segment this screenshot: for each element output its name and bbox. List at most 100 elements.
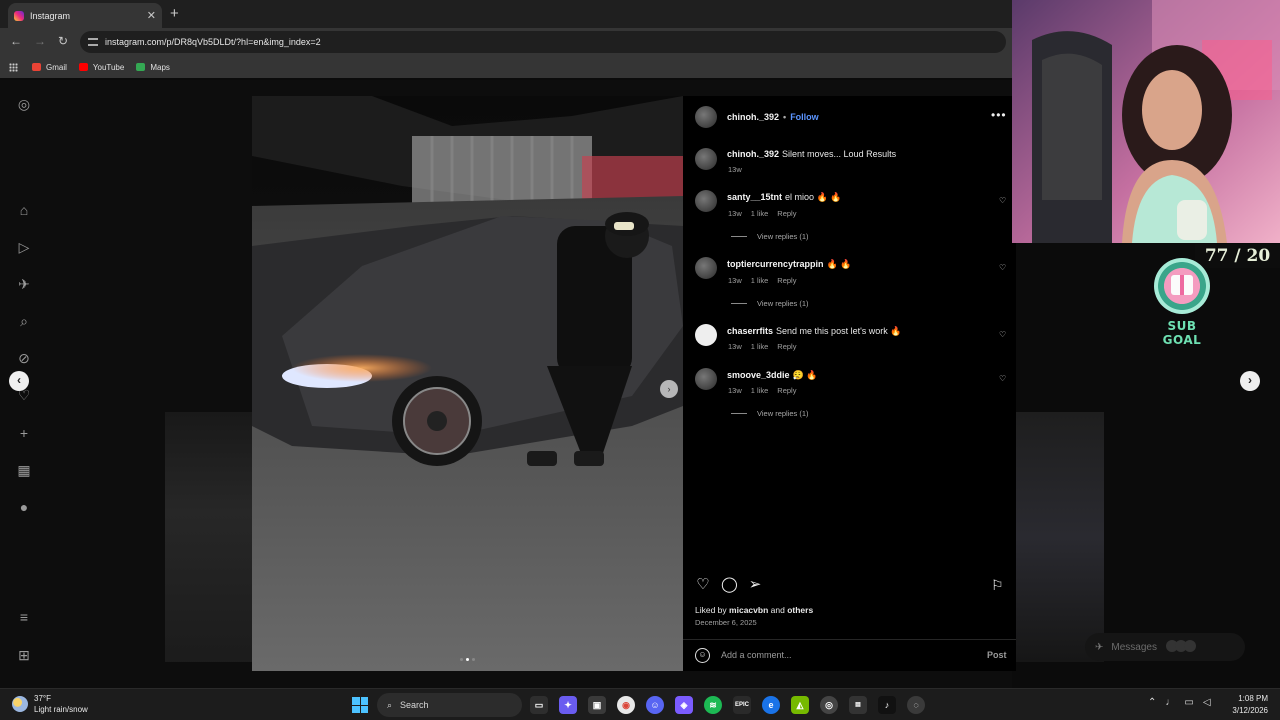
weather-widget[interactable]: 37°F Light rain/snow [12, 693, 88, 715]
tab-instagram[interactable]: Instagram ✕ [8, 3, 162, 28]
search-label: Search [400, 700, 429, 710]
caption-avatar[interactable] [695, 148, 717, 170]
reply-button[interactable]: Reply [777, 386, 796, 395]
game-controller-icon[interactable]: ◈ [675, 696, 693, 714]
menu-icon[interactable]: ≡ [16, 609, 32, 625]
comment-text: 😮‍💨 🔥 [792, 370, 818, 380]
new-tab-button[interactable]: + [170, 5, 179, 22]
chrome-icon[interactable]: ◉ [617, 696, 635, 714]
reels-icon[interactable]: ▷ [16, 239, 32, 255]
microphone-icon[interactable]: ♩ [1165, 697, 1175, 708]
more-apps-icon[interactable]: ⊞ [16, 647, 32, 663]
comment-likes[interactable]: 1 like [751, 342, 769, 351]
game-launcher-icon[interactable]: ▤ [849, 696, 867, 714]
dashboard-icon[interactable]: ▦ [16, 462, 32, 478]
liked-user[interactable]: micacvbn [729, 605, 768, 615]
reload-icon[interactable]: ↻ [58, 34, 68, 48]
clock[interactable]: 1:08 PM 3/12/2026 [1222, 693, 1268, 717]
comment-time[interactable]: 13w [728, 276, 742, 285]
taskbar-search[interactable]: ⌕ Search [377, 693, 522, 717]
save-bookmark-icon[interactable]: ⚐ [991, 577, 1005, 593]
comment-time[interactable]: 13w [728, 386, 742, 395]
app-icon[interactable]: ◌ [907, 696, 925, 714]
caption-username[interactable]: chinoh._392 [727, 149, 779, 159]
url-field[interactable]: instagram.com/p/DR8qVb5DLDt/?hl=en&img_i… [80, 31, 1006, 53]
comment-avatar[interactable] [695, 368, 717, 390]
bookmark-maps[interactable]: Maps [136, 63, 170, 72]
view-replies-label[interactable]: View replies (1) [757, 232, 809, 241]
epic-games-icon[interactable]: EPIC [733, 696, 751, 714]
previous-post-preview[interactable] [165, 412, 253, 662]
comment-like-icon[interactable]: ♡ [999, 374, 1007, 383]
home-icon[interactable]: ⌂ [16, 202, 32, 218]
view-replies-label[interactable]: View replies (1) [757, 409, 809, 418]
comment-like-icon[interactable]: ♡ [999, 330, 1007, 339]
edge-icon[interactable]: e [762, 696, 780, 714]
forward-icon[interactable]: → [34, 34, 46, 48]
follow-button[interactable]: Follow [790, 112, 819, 122]
next-post-arrow-icon[interactable]: › [1240, 371, 1260, 391]
comment-icon[interactable]: ◯ [721, 577, 738, 593]
caption-time[interactable]: 13w [728, 165, 742, 174]
network-icon[interactable]: ▭ [1184, 697, 1193, 708]
post-photo[interactable] [252, 96, 683, 671]
discord-icon[interactable]: ☺ [646, 696, 664, 714]
comment-avatar[interactable] [695, 190, 717, 212]
tiktok-icon[interactable]: ♪ [878, 696, 896, 714]
next-post-preview[interactable] [1016, 412, 1104, 662]
liked-others[interactable]: others [787, 605, 813, 615]
spotify-icon[interactable]: ≋ [704, 696, 722, 714]
volume-icon[interactable]: ◁ [1203, 697, 1211, 708]
reply-button[interactable]: Reply [777, 276, 796, 285]
start-button[interactable] [352, 697, 368, 713]
create-icon[interactable]: + [16, 425, 32, 441]
reply-button[interactable]: Reply [777, 209, 796, 218]
comment-likes[interactable]: 1 like [751, 276, 769, 285]
bookmark-youtube[interactable]: YouTube [78, 63, 124, 72]
instagram-logo-icon[interactable]: ◎ [16, 96, 32, 112]
comment-like-icon[interactable]: ♡ [999, 196, 1007, 205]
direct-messages-icon[interactable]: ✈ [16, 276, 32, 292]
tab-close-icon[interactable]: ✕ [147, 9, 156, 22]
comment-time[interactable]: 13w [728, 342, 742, 351]
site-info-icon[interactable] [88, 38, 98, 46]
comment-likes[interactable]: 1 like [751, 209, 769, 218]
view-replies[interactable]: View replies (1) [731, 409, 809, 418]
bookmark-gmail[interactable]: Gmail [32, 63, 67, 72]
post-comment-button[interactable]: Post [987, 650, 1007, 660]
comment-username[interactable]: santy__15tnt [727, 192, 782, 202]
comment-time[interactable]: 13w [728, 209, 742, 218]
back-icon[interactable]: ← [10, 34, 22, 48]
emoji-picker-icon[interactable]: ☺ [695, 648, 710, 663]
comment-username[interactable]: smoove_3ddie [727, 370, 790, 380]
search-icon[interactable]: ⌕ [16, 313, 32, 329]
view-replies[interactable]: View replies (1) [731, 232, 809, 241]
store-icon[interactable]: ▣ [588, 696, 606, 714]
task-view-icon[interactable]: ▭ [530, 696, 548, 714]
messages-button[interactable]: ✈ Messages [1085, 633, 1245, 661]
share-icon[interactable]: ➢ [747, 577, 763, 593]
nvidia-icon[interactable]: ◭ [791, 696, 809, 714]
copilot-icon[interactable]: ✦ [559, 696, 577, 714]
comment-likes[interactable]: 1 like [751, 386, 769, 395]
carousel-next-icon[interactable]: › [660, 380, 678, 398]
comment-avatar[interactable] [695, 257, 717, 279]
apps-grid-icon[interactable] [9, 62, 18, 72]
tray-overflow-icon[interactable]: ⌃ [1148, 697, 1156, 708]
obs-icon[interactable]: ◎ [820, 696, 838, 714]
profile-avatar-icon[interactable]: ● [16, 499, 32, 515]
comment-avatar[interactable] [695, 324, 717, 346]
comment-username[interactable]: chaserrfits [727, 326, 773, 336]
author-avatar[interactable] [695, 106, 717, 128]
like-icon[interactable]: ♡ [695, 577, 711, 593]
explore-icon[interactable]: ⊘ [16, 350, 32, 366]
add-comment-input[interactable]: Add a comment... [721, 650, 792, 660]
comment-like-icon[interactable]: ♡ [999, 263, 1007, 272]
author-username[interactable]: chinoh._392 [727, 112, 779, 122]
more-options-icon[interactable]: ••• [991, 108, 1007, 122]
view-replies-label[interactable]: View replies (1) [757, 299, 809, 308]
reply-button[interactable]: Reply [777, 342, 796, 351]
comment-username[interactable]: toptiercurrencytrappin [727, 259, 824, 269]
previous-post-arrow-icon[interactable]: ‹ [9, 371, 29, 391]
view-replies[interactable]: View replies (1) [731, 299, 809, 308]
